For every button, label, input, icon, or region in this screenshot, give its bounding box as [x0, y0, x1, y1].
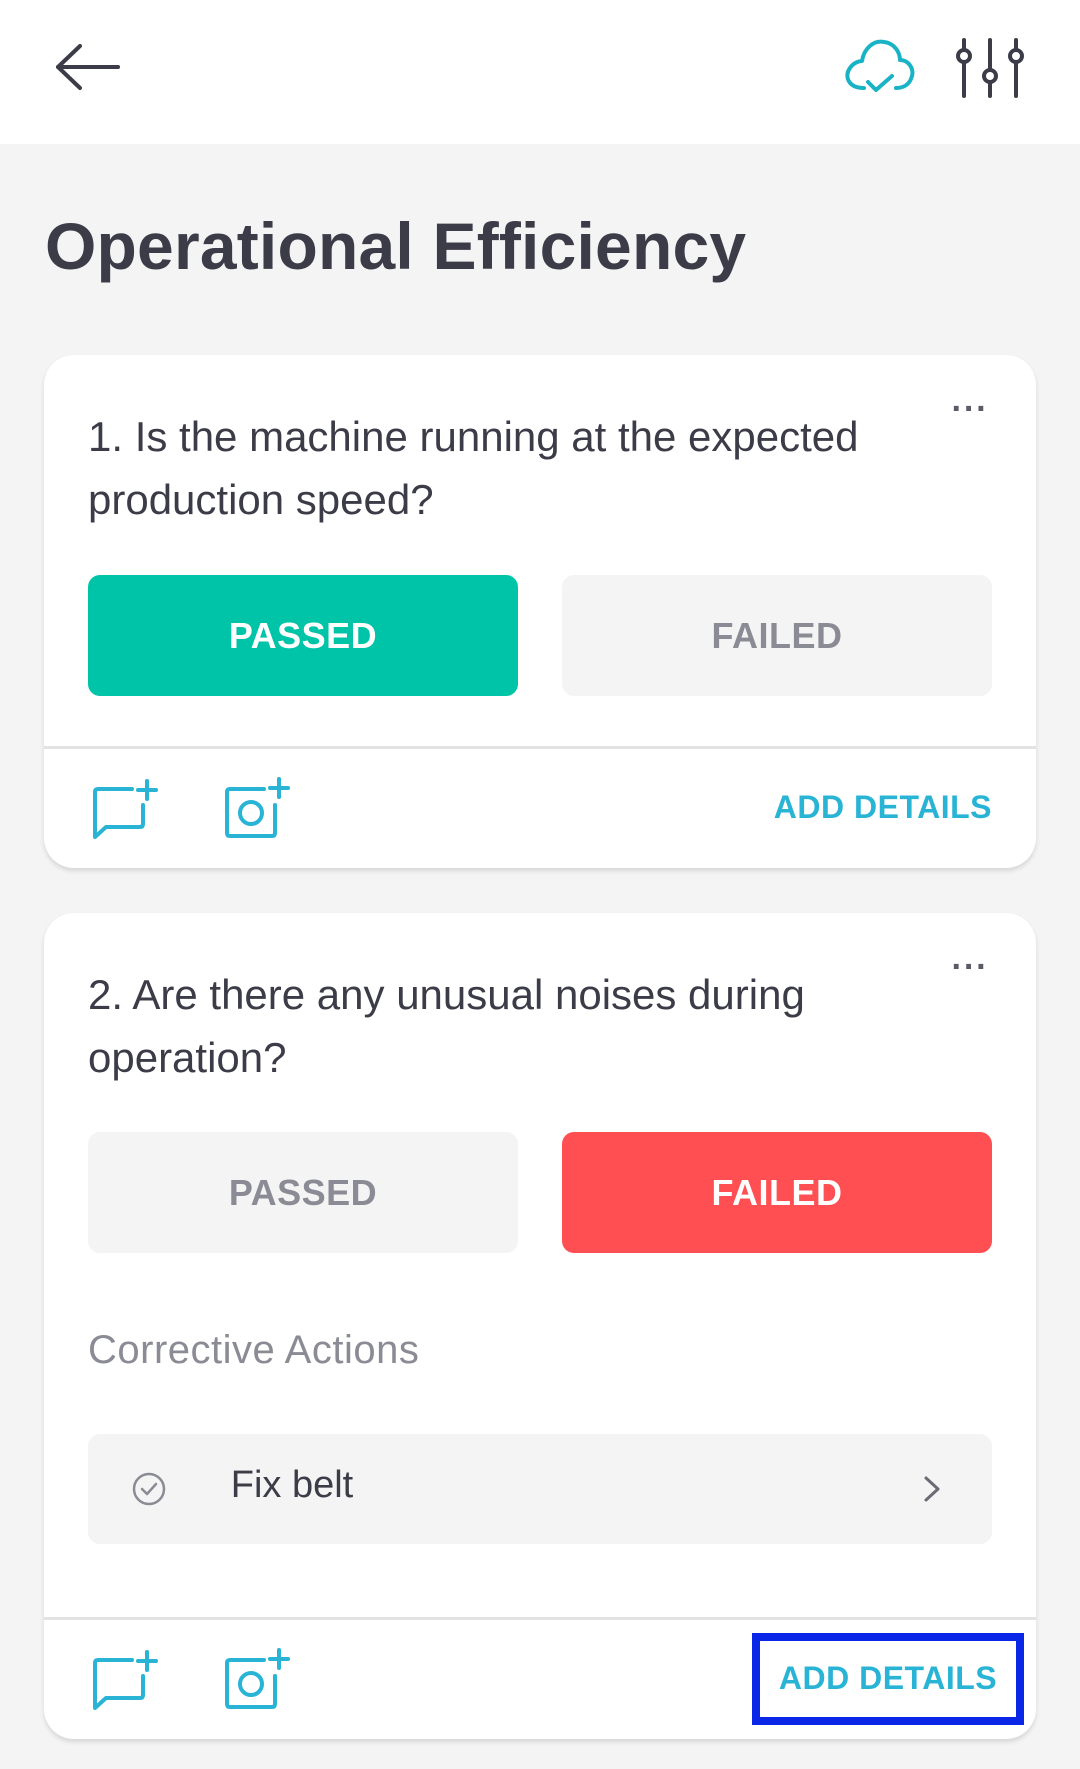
back-button[interactable] [50, 36, 130, 100]
camera-add-icon [225, 1648, 290, 1709]
question-text: 1. Is the machine running at the expecte… [88, 413, 859, 523]
passed-button[interactable]: PASSED [88, 575, 518, 696]
check-circle-icon [132, 1472, 166, 1506]
page-title: Operational Efficiency [45, 209, 747, 283]
comment-add-icon [93, 1650, 158, 1710]
more-options-button[interactable]: ··· [940, 392, 1000, 435]
add-comment-button[interactable] [92, 779, 158, 841]
add-photo-button[interactable] [224, 1648, 290, 1710]
sync-button[interactable] [838, 30, 918, 100]
question-card: 1. Is the machine running at the expecte… [44, 355, 1036, 868]
failed-button[interactable]: FAILED [562, 1132, 992, 1253]
filter-button[interactable] [950, 36, 1030, 100]
question-card: 2. Are there any unusual noises during o… [44, 913, 1036, 1739]
card-footer: ADD DETAILS [44, 746, 1036, 868]
corrective-action-text: Fix belt [230, 1464, 354, 1506]
chevron-right-icon [924, 1476, 940, 1502]
more-options-button[interactable]: ··· [940, 950, 1000, 993]
arrow-left-icon [56, 44, 120, 90]
camera-add-icon [225, 777, 290, 838]
corrective-action-item[interactable]: Fix belt [88, 1434, 992, 1544]
add-comment-button[interactable] [92, 1650, 158, 1712]
question-text: 2. Are there any unusual noises during o… [88, 971, 805, 1081]
add-photo-button[interactable] [224, 777, 290, 839]
add-details-button[interactable]: ADD DETAILS [752, 1633, 1024, 1725]
failed-button[interactable]: FAILED [562, 575, 992, 696]
top-app-bar [0, 0, 1080, 144]
comment-add-icon [93, 779, 158, 839]
sliders-icon [956, 38, 1024, 98]
card-footer: ADD DETAILS [44, 1617, 1036, 1739]
add-details-button[interactable]: ADD DETAILS [774, 789, 992, 826]
corrective-actions-label: Corrective Actions [88, 1328, 420, 1372]
passed-button[interactable]: PASSED [88, 1132, 518, 1253]
cloud-check-icon [845, 39, 915, 92]
